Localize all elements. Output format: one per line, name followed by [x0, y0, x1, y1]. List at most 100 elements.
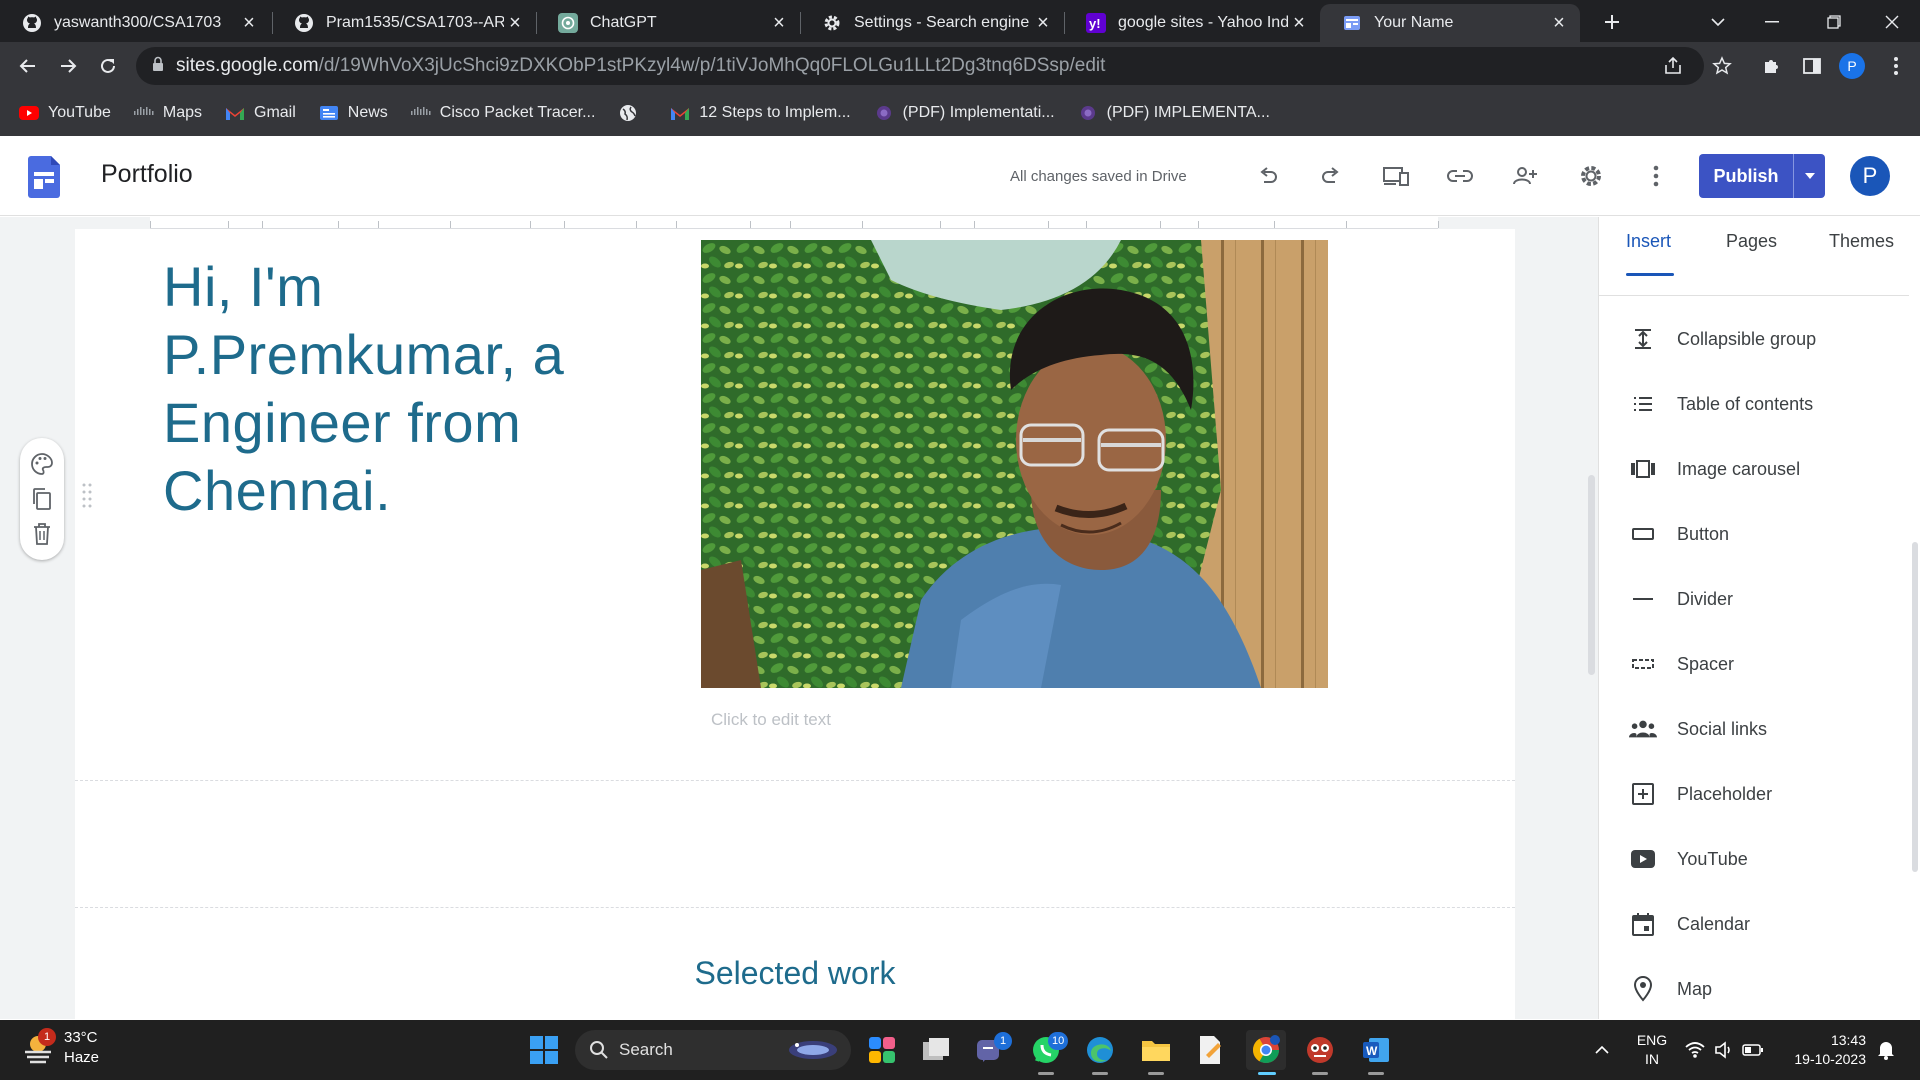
language-line2: IN [1645, 1051, 1659, 1067]
side-panel-icon[interactable] [1796, 50, 1828, 82]
canvas-scrollbar[interactable] [1588, 475, 1595, 675]
pdf-editor-icon[interactable] [1190, 1030, 1230, 1070]
insert-youtube[interactable]: YouTube [1599, 835, 1909, 883]
close-icon[interactable]: × [238, 12, 260, 34]
trash-icon[interactable] [30, 522, 54, 546]
google-sites-logo-icon[interactable] [28, 156, 60, 198]
bookmark-pdf-implementation[interactable]: (PDF) Implementati... [873, 104, 1055, 122]
tab-themes[interactable]: Themes [1829, 231, 1894, 252]
game-app-icon[interactable] [1300, 1030, 1340, 1070]
address-bar[interactable]: sites.google.com/d/19WhVoX3jUcShci9zDXKO… [136, 47, 1704, 85]
hero-text-box[interactable]: Hi, I'm P.Premkumar, a Engineer from Che… [163, 253, 583, 525]
github-icon [294, 13, 314, 33]
insert-social-links[interactable]: Social links [1599, 705, 1909, 753]
panel-tabs: Insert Pages Themes [1599, 217, 1920, 297]
insert-placeholder[interactable]: Placeholder [1599, 770, 1909, 818]
drag-handle-icon[interactable] [82, 482, 92, 508]
palette-icon[interactable] [30, 452, 54, 476]
chevron-up-icon[interactable] [1582, 1030, 1622, 1070]
profile-avatar[interactable]: P [1836, 50, 1868, 82]
running-indicator [1148, 1072, 1164, 1075]
taskbar-search[interactable]: Search [575, 1030, 851, 1070]
insert-calendar[interactable]: Calendar [1599, 900, 1909, 948]
bookmark-maps[interactable]: Maps [133, 104, 202, 122]
tab-pages[interactable]: Pages [1726, 231, 1777, 252]
bookmark-globe[interactable] [617, 104, 647, 122]
browser-tab-active[interactable]: Your Name × [1320, 4, 1580, 42]
back-arrow-icon[interactable] [12, 50, 44, 82]
browser-tab[interactable]: y! google sites - Yahoo India × [1064, 4, 1320, 42]
youtube-icon [18, 104, 40, 122]
bookmark-12-steps[interactable]: 12 Steps to Implem... [669, 104, 851, 122]
close-window-button[interactable] [1876, 6, 1908, 38]
close-icon[interactable]: × [504, 12, 526, 34]
share-add-person-icon[interactable] [1509, 160, 1541, 192]
insert-divider[interactable]: Divider [1599, 575, 1909, 623]
close-icon[interactable]: × [768, 12, 790, 34]
publish-label: Publish [1713, 165, 1779, 186]
tab-insert[interactable]: Insert [1626, 231, 1671, 252]
copilot-icon[interactable] [862, 1030, 902, 1070]
site-name-field[interactable]: Portfolio [101, 160, 193, 189]
language-indicator[interactable]: ENG IN [1634, 1031, 1670, 1069]
section-title[interactable]: Selected work [75, 955, 1515, 992]
browser-tab[interactable]: Pram1535/CSA1703--ARTIFICIAL × [272, 4, 536, 42]
insert-spacer[interactable]: Spacer [1599, 640, 1909, 688]
clock[interactable]: 13:43 19-10-2023 [1782, 1031, 1866, 1069]
system-status-cluster[interactable] [1676, 1030, 1772, 1070]
photo-caption-field[interactable]: Click to edit text [711, 710, 831, 730]
minimize-button[interactable] [1756, 6, 1788, 38]
browser-tab[interactable]: yaswanth300/CSA1703 × [0, 4, 270, 42]
publish-dropdown-arrow-icon[interactable] [1793, 154, 1825, 198]
publish-button[interactable]: Publish [1699, 154, 1825, 198]
share-icon[interactable] [1662, 55, 1684, 77]
browser-tab[interactable]: Settings - Search engine × [800, 4, 1064, 42]
windows-start-icon[interactable] [524, 1030, 564, 1070]
account-avatar[interactable]: P [1850, 156, 1890, 196]
word-icon[interactable]: W [1356, 1030, 1396, 1070]
close-icon[interactable]: × [1548, 12, 1570, 34]
bookmark-label: Gmail [254, 104, 296, 121]
preview-devices-icon[interactable] [1380, 160, 1412, 192]
bookmark-gmail[interactable]: Gmail [224, 104, 296, 122]
notification-bell-icon[interactable] [1874, 1030, 1898, 1070]
bookmark-youtube[interactable]: YouTube [18, 104, 111, 122]
teams-icon[interactable]: 1 [970, 1030, 1012, 1070]
undo-icon[interactable] [1252, 160, 1284, 192]
insert-button[interactable]: Button [1599, 510, 1909, 558]
insert-image-carousel[interactable]: Image carousel [1599, 445, 1909, 493]
bookmark-star-icon[interactable] [1706, 50, 1738, 82]
extensions-puzzle-icon[interactable] [1756, 50, 1788, 82]
weather-widget[interactable]: 1 33°C Haze [22, 1028, 99, 1068]
search-highlight-icon [787, 1037, 839, 1063]
task-view-icon[interactable] [916, 1030, 956, 1070]
close-icon[interactable]: × [1032, 12, 1054, 34]
browser-tab[interactable]: ChatGPT × [536, 4, 800, 42]
insert-collapsible-group[interactable]: Collapsible group [1599, 315, 1909, 363]
bookmark-cisco-packet-tracer[interactable]: Cisco Packet Tracer... [410, 104, 595, 122]
lock-icon[interactable] [152, 56, 164, 77]
insert-table-of-contents[interactable]: Table of contents [1599, 380, 1909, 428]
section-divider [75, 780, 1515, 781]
edge-icon[interactable] [1080, 1030, 1120, 1070]
duplicate-icon[interactable] [30, 487, 54, 511]
redo-icon[interactable] [1315, 160, 1347, 192]
panel-scrollbar[interactable] [1912, 542, 1918, 872]
close-icon[interactable]: × [1288, 12, 1310, 34]
more-vert-icon[interactable] [1880, 50, 1912, 82]
bookmark-news[interactable]: News [318, 104, 388, 122]
reload-icon[interactable] [92, 50, 124, 82]
profile-photo[interactable] [701, 240, 1328, 688]
whatsapp-icon[interactable]: 10 [1026, 1030, 1069, 1070]
new-tab-button[interactable] [1596, 6, 1628, 38]
chrome-icon[interactable] [1246, 1030, 1286, 1070]
more-vert-icon[interactable] [1640, 160, 1672, 192]
settings-gear-icon[interactable] [1575, 160, 1607, 192]
tab-search-chevron-icon[interactable] [1702, 6, 1734, 38]
bookmark-pdf-implementa[interactable]: (PDF) IMPLEMENTA... [1077, 104, 1270, 122]
insert-map[interactable]: Map [1599, 965, 1909, 1013]
forward-arrow-icon[interactable] [52, 50, 84, 82]
link-icon[interactable] [1444, 160, 1476, 192]
restore-button[interactable] [1818, 6, 1850, 38]
file-explorer-icon[interactable] [1136, 1030, 1176, 1070]
